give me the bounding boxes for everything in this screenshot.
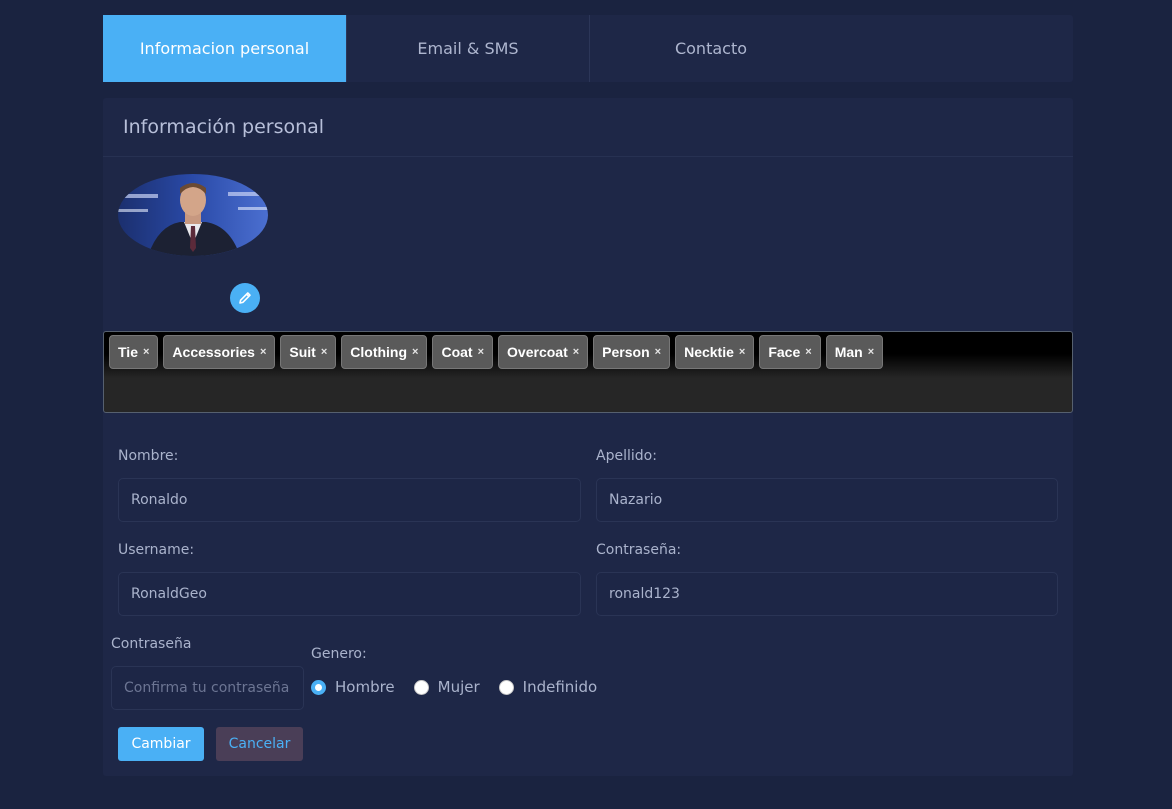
personal-info-card: Información personal Tie × Accessories ×… [103, 98, 1073, 776]
tab-informacion-personal[interactable]: Informacion personal [103, 15, 346, 82]
tag-item: Face × [759, 335, 821, 369]
tag-label: Accessories [172, 344, 255, 360]
gender-option-mujer[interactable]: Mujer [413, 678, 480, 696]
save-button[interactable]: Cambiar [118, 727, 204, 761]
tag-item: Tie × [109, 335, 159, 369]
username-field[interactable]: RonaldGeo [118, 572, 581, 616]
apellido-label: Apellido: [596, 448, 657, 464]
pencil-icon [239, 292, 251, 304]
card-title: Información personal [123, 116, 325, 138]
gender-option-indefinido[interactable]: Indefinido [498, 678, 598, 696]
tag-item: Overcoat × [498, 335, 589, 369]
avatar [118, 174, 268, 256]
apellido-field[interactable]: Nazario [596, 478, 1058, 522]
tag-label: Man [834, 344, 863, 360]
tab-bar: Informacion personal Email & SMS Contact… [103, 15, 1073, 82]
password-field[interactable]: ronald123 [596, 572, 1058, 616]
tag-remove-icon[interactable]: × [321, 346, 327, 358]
radio-unchecked[interactable] [413, 679, 429, 695]
gender-radio-group: Hombre Mujer Indefinido [311, 678, 616, 696]
tag-remove-icon[interactable]: × [478, 346, 484, 358]
tag-item: Man × [825, 335, 884, 369]
password-label: Contraseña: [596, 542, 682, 558]
tag-list: Tie × Accessories × Suit × Clothing × Coat × … [109, 335, 884, 369]
tag-item: Person × [593, 335, 671, 369]
avatar-photo [118, 174, 268, 256]
divider [103, 156, 1073, 157]
tag-label: Overcoat [507, 344, 568, 360]
edit-photo-button[interactable] [230, 283, 260, 313]
tag-item: Suit × [280, 335, 337, 369]
tag-label: Necktie [684, 344, 734, 360]
tag-item: Coat × [432, 335, 494, 369]
tag-label: Suit [289, 344, 316, 360]
username-label: Username: [118, 542, 195, 558]
tag-remove-icon[interactable]: × [868, 346, 874, 358]
tag-remove-icon[interactable]: × [805, 346, 811, 358]
confirm-password-label: Contraseña [111, 636, 192, 652]
tag-remove-icon[interactable]: × [143, 346, 149, 358]
tag-remove-icon[interactable]: × [260, 346, 266, 358]
tag-remove-icon[interactable]: × [573, 346, 579, 358]
tag-label: Coat [441, 344, 473, 360]
tag-item: Accessories × [163, 335, 276, 369]
radio-checked[interactable] [311, 679, 326, 695]
tag-item: Necktie × [675, 335, 755, 369]
tag-remove-icon[interactable]: × [739, 346, 745, 358]
gender-option-label: Indefinido [522, 678, 598, 696]
tag-label: Clothing [350, 344, 408, 360]
gender-label: Genero: [311, 646, 367, 662]
gender-option-label: Hombre [335, 678, 395, 696]
tag-remove-icon[interactable]: × [412, 346, 418, 358]
cancel-button[interactable]: Cancelar [216, 727, 303, 761]
gender-option-label: Mujer [437, 678, 480, 696]
nombre-label: Nombre: [118, 448, 179, 464]
tag-label: Person [602, 344, 650, 360]
tag-item: Clothing × [341, 335, 428, 369]
tag-label: Tie [118, 344, 138, 360]
gender-option-hombre[interactable]: Hombre [311, 678, 395, 696]
tag-label: Face [768, 344, 801, 360]
tab-contacto[interactable]: Contacto [589, 15, 832, 82]
confirm-password-field[interactable]: Confirma tu contraseña [111, 666, 304, 710]
tag-remove-icon[interactable]: × [655, 346, 661, 358]
nombre-field[interactable]: Ronaldo [118, 478, 581, 522]
tab-email-sms[interactable]: Email & SMS [346, 15, 589, 82]
tag-input[interactable]: Tie × Accessories × Suit × Clothing × Coat × … [103, 331, 1073, 413]
radio-unchecked[interactable] [498, 679, 514, 695]
